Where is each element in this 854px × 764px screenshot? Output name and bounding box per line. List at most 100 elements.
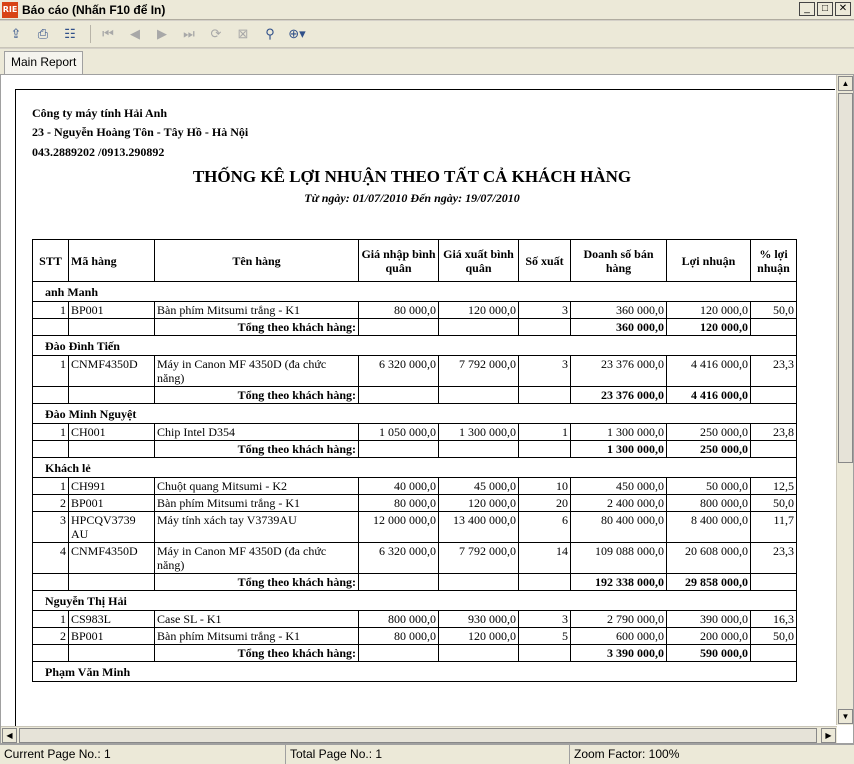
cell-qty: 3 xyxy=(518,301,571,319)
empty-cell xyxy=(68,644,155,662)
cell-code: CNMF4350D xyxy=(68,355,155,387)
stop-icon[interactable]: ⊠ xyxy=(231,23,255,45)
cell-pct: 12,5 xyxy=(750,477,797,495)
table-row: 1 CNMF4350D Máy in Canon MF 4350D (đa chức… xyxy=(32,355,797,387)
cell-stt: 1 xyxy=(32,301,69,319)
cell-in_price: 40 000,0 xyxy=(358,477,439,495)
customer-name: Phạm Văn Minh xyxy=(32,661,797,682)
empty-cell xyxy=(518,644,571,662)
cell-code: BP001 xyxy=(68,627,155,645)
total-sales: 3 390 000,0 xyxy=(570,644,667,662)
cell-in_price: 80 000,0 xyxy=(358,494,439,512)
total-profit: 4 416 000,0 xyxy=(666,386,751,404)
table-row: 2 BP001 Bàn phím Mitsumi trắng - K1 80 000,… xyxy=(32,627,797,645)
empty-cell xyxy=(438,644,519,662)
next-page-icon[interactable]: ▶ xyxy=(150,23,174,45)
first-page-icon[interactable]: ⏮ xyxy=(96,23,120,45)
cell-in_price: 80 000,0 xyxy=(358,301,439,319)
prev-page-icon[interactable]: ◀ xyxy=(123,23,147,45)
scroll-down-icon[interactable]: ▼ xyxy=(838,709,853,724)
cell-sales: 80 400 000,0 xyxy=(570,511,667,543)
refresh-icon[interactable]: ⟳ xyxy=(204,23,228,45)
last-page-icon[interactable]: ⏭ xyxy=(177,23,201,45)
horizontal-scroll-thumb[interactable] xyxy=(19,728,817,743)
cell-qty: 20 xyxy=(518,494,571,512)
cell-stt: 2 xyxy=(32,494,69,512)
empty-cell xyxy=(518,386,571,404)
table-row: 1 CH001 Chip Intel D354 1 050 000,0 1 300 00… xyxy=(32,423,797,441)
tab-strip: Main Report xyxy=(0,49,854,74)
cell-sales: 2 400 000,0 xyxy=(570,494,667,512)
scroll-up-icon[interactable]: ▲ xyxy=(838,76,853,91)
empty-cell xyxy=(518,440,571,458)
cell-in_price: 6 320 000,0 xyxy=(358,355,439,387)
zoom-icon[interactable]: ⊕▾ xyxy=(285,23,309,45)
total-label: Tổng theo khách hàng: xyxy=(154,644,359,662)
vertical-scroll-thumb[interactable] xyxy=(838,93,853,463)
cell-stt: 1 xyxy=(32,610,69,628)
cell-out_price: 120 000,0 xyxy=(438,301,519,319)
customer-name: Đào Đình Tiến xyxy=(32,335,797,356)
cell-profit: 20 608 000,0 xyxy=(666,542,751,574)
table-row: 1 CH991 Chuột quang Mitsumi - K2 40 000,0 45… xyxy=(32,477,797,495)
empty-cell xyxy=(438,440,519,458)
cell-profit: 390 000,0 xyxy=(666,610,751,628)
cell-profit: 50 000,0 xyxy=(666,477,751,495)
col-header: Lợi nhuận xyxy=(666,239,751,282)
maximize-button[interactable]: □ xyxy=(817,2,833,16)
cell-profit: 800 000,0 xyxy=(666,494,751,512)
empty-cell xyxy=(68,440,155,458)
total-label: Tổng theo khách hàng: xyxy=(154,440,359,458)
empty-cell xyxy=(32,644,69,662)
total-label: Tổng theo khách hàng: xyxy=(154,386,359,404)
cell-sales: 450 000,0 xyxy=(570,477,667,495)
cell-sales: 600 000,0 xyxy=(570,627,667,645)
col-header: Doanh số bán hàng xyxy=(570,239,667,282)
export-icon[interactable]: ⇪ xyxy=(4,23,28,45)
cell-name: Bàn phím Mitsumi trắng - K1 xyxy=(154,494,359,512)
scroll-left-icon[interactable]: ◀ xyxy=(2,728,17,743)
empty-cell xyxy=(358,386,439,404)
cell-sales: 109 088 000,0 xyxy=(570,542,667,574)
cell-name: Máy tính xách tay V3739AU xyxy=(154,511,359,543)
minimize-button[interactable]: _ xyxy=(799,2,815,16)
find-icon[interactable]: ⚲ xyxy=(258,23,282,45)
col-header: Tên hàng xyxy=(154,239,359,282)
cell-name: Chuột quang Mitsumi - K2 xyxy=(154,477,359,495)
cell-out_price: 120 000,0 xyxy=(438,627,519,645)
empty-cell xyxy=(32,440,69,458)
profit-table: STT Mã hàng Tên hàng Giá nhập bình quân … xyxy=(32,239,797,682)
cell-qty: 3 xyxy=(518,355,571,387)
empty-cell xyxy=(750,318,797,336)
company-phone: 043.2889202 /0913.290892 xyxy=(32,145,165,159)
scroll-right-icon[interactable]: ▶ xyxy=(821,728,836,743)
report-title: THỐNG KÊ LỢI NHUẬN THEO TẤT CẢ KHÁCH HÀN… xyxy=(192,167,632,186)
close-button[interactable]: ✕ xyxy=(835,2,851,16)
customer-name: Nguyễn Thị Hải xyxy=(32,590,797,611)
cell-stt: 1 xyxy=(32,355,69,387)
customer-name: Khách lẻ xyxy=(32,457,797,478)
empty-cell xyxy=(750,644,797,662)
total-profit: 29 858 000,0 xyxy=(666,573,751,591)
horizontal-scrollbar[interactable]: ◀ ▶ xyxy=(1,726,837,743)
total-profit: 590 000,0 xyxy=(666,644,751,662)
print-icon[interactable]: ⎙ xyxy=(31,23,55,45)
col-header: Giá xuất bình quân xyxy=(438,239,519,282)
customer-name: Đào Minh Nguyệt xyxy=(32,403,797,424)
cell-pct: 23,3 xyxy=(750,355,797,387)
tree-icon[interactable]: ☷ xyxy=(58,23,82,45)
total-label: Tổng theo khách hàng: xyxy=(154,318,359,336)
cell-pct: 16,3 xyxy=(750,610,797,628)
cell-qty: 3 xyxy=(518,610,571,628)
report-page: Công ty máy tính Hải Anh 23 - Nguyễn Hoà… xyxy=(15,89,835,729)
total-label: Tổng theo khách hàng: xyxy=(154,573,359,591)
tab-main-report[interactable]: Main Report xyxy=(4,51,84,74)
col-header: STT xyxy=(32,239,69,282)
group-total-row: Tổng theo khách hàng: 360 000,0 120 000,0 xyxy=(32,318,797,336)
cell-name: Case SL - K1 xyxy=(154,610,359,628)
report-viewer: Công ty máy tính Hải Anh 23 - Nguyễn Hoà… xyxy=(0,74,854,744)
empty-cell xyxy=(750,573,797,591)
vertical-scrollbar[interactable]: ▲ ▼ xyxy=(836,75,853,725)
empty-cell xyxy=(32,318,69,336)
customer-group-row: Đào Minh Nguyệt xyxy=(32,403,797,424)
